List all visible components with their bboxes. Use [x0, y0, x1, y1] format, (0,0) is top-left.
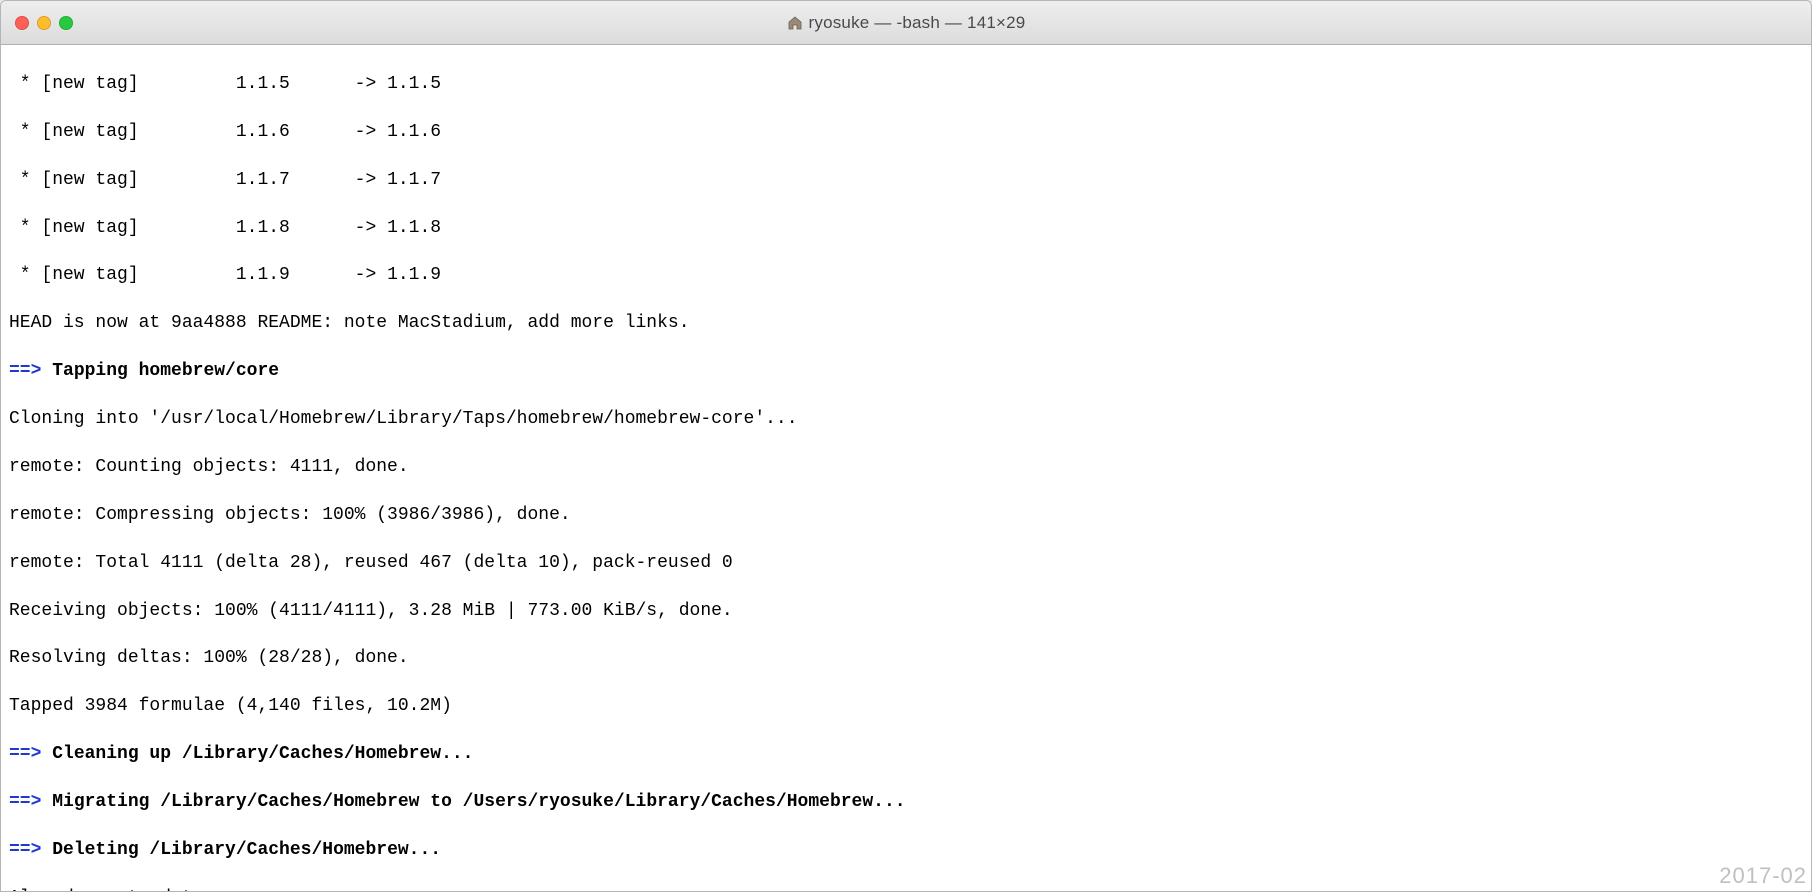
minimize-button[interactable]	[37, 16, 51, 30]
output-line: Tapped 3984 formulae (4,140 files, 10.2M…	[9, 695, 1803, 719]
close-button[interactable]	[15, 16, 29, 30]
step-line: ==> Deleting /Library/Caches/Homebrew...	[9, 839, 1803, 863]
output-line: Cloning into '/usr/local/Homebrew/Librar…	[9, 408, 1803, 432]
step-line: ==> Cleaning up /Library/Caches/Homebrew…	[9, 743, 1803, 767]
output-line: remote: Compressing objects: 100% (3986/…	[9, 504, 1803, 528]
window-title-text: ryosuke — -bash — 141×29	[809, 13, 1026, 33]
output-line: HEAD is now at 9aa4888 README: note MacS…	[9, 312, 1803, 336]
terminal-area[interactable]: * [new tag] 1.1.5 -> 1.1.5 * [new tag] 1…	[1, 45, 1811, 891]
arrow-icon: ==>	[9, 792, 41, 812]
output-line: Already up-to-date.	[9, 887, 1803, 891]
tag-line: * [new tag] 1.1.9 -> 1.1.9	[9, 264, 1803, 288]
terminal-window: ryosuke — -bash — 141×29 * [new tag] 1.1…	[0, 0, 1812, 892]
arrow-icon: ==>	[9, 840, 41, 860]
tag-line: * [new tag] 1.1.8 -> 1.1.8	[9, 217, 1803, 241]
maximize-button[interactable]	[59, 16, 73, 30]
output-line: remote: Total 4111 (delta 28), reused 46…	[9, 552, 1803, 576]
tag-line: * [new tag] 1.1.7 -> 1.1.7	[9, 169, 1803, 193]
output-line: remote: Counting objects: 4111, done.	[9, 456, 1803, 480]
window-title: ryosuke — -bash — 141×29	[787, 13, 1026, 33]
output-line: Receiving objects: 100% (4111/4111), 3.2…	[9, 600, 1803, 624]
step-line: ==> Tapping homebrew/core	[9, 360, 1803, 384]
tag-line: * [new tag] 1.1.5 -> 1.1.5	[9, 73, 1803, 97]
titlebar[interactable]: ryosuke — -bash — 141×29	[1, 1, 1811, 45]
arrow-icon: ==>	[9, 361, 41, 381]
traffic-lights	[1, 16, 73, 30]
tag-line: * [new tag] 1.1.6 -> 1.1.6	[9, 121, 1803, 145]
output-line: Resolving deltas: 100% (28/28), done.	[9, 647, 1803, 671]
arrow-icon: ==>	[9, 744, 41, 764]
home-icon	[787, 15, 803, 31]
step-line: ==> Migrating /Library/Caches/Homebrew t…	[9, 791, 1803, 815]
